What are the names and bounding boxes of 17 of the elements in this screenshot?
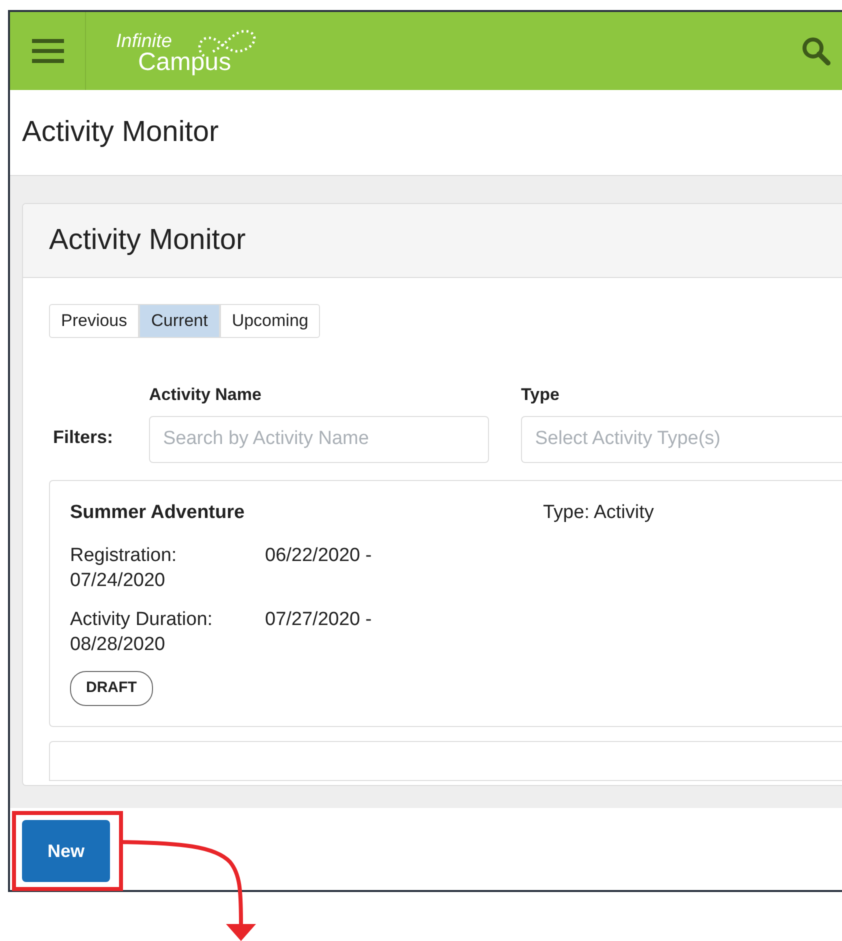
panel-title: Activity Monitor (23, 204, 842, 278)
activity-type: Type: Activity (543, 500, 654, 524)
tab[interactable]: Upcoming (220, 304, 320, 338)
tab[interactable]: Previous (49, 304, 140, 338)
search-icon[interactable] (800, 35, 832, 67)
status-badge: DRAFT (70, 671, 153, 706)
new-button[interactable]: New (22, 820, 110, 882)
field-label: Activity Name (149, 384, 262, 406)
date-text: Registration: 06/22/2020 - 07/24/2020 (70, 544, 373, 593)
tab[interactable]: Current (139, 304, 220, 338)
logo: Infinite Campus (116, 26, 266, 76)
input-field[interactable]: Select Activity Type(s) (521, 416, 842, 462)
activity-name: Summer Adventure (70, 500, 246, 524)
filters-label: Filters: (52, 426, 114, 448)
field-label: Type (521, 384, 560, 406)
input-field[interactable]: Search by Activity Name (149, 416, 489, 462)
date-text: Activity Duration: 07/27/2020 - 08/28/2020 (70, 608, 373, 657)
